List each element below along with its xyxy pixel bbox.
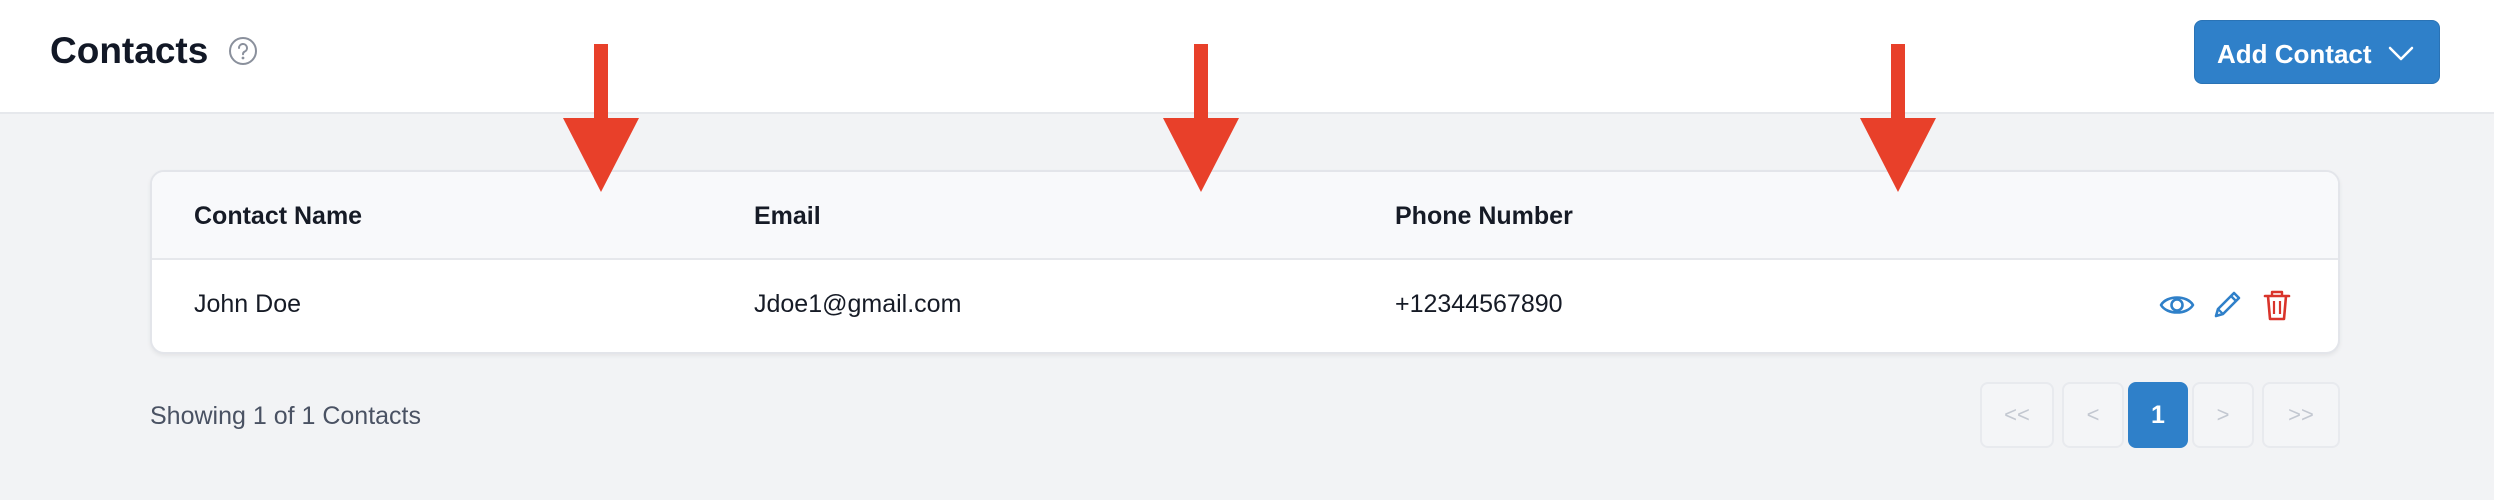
eye-icon[interactable] bbox=[2158, 286, 2196, 324]
table-header: Contact Name Email Phone Number bbox=[152, 172, 2338, 260]
down-arrow-annotation bbox=[1860, 44, 1936, 192]
next-page-button[interactable]: > bbox=[2192, 382, 2254, 448]
page-title: Contacts bbox=[50, 30, 209, 71]
first-page-button[interactable]: << bbox=[1980, 382, 2054, 448]
contacts-table: Contact Name Email Phone Number John Doe… bbox=[150, 170, 2340, 354]
cell-contact-name: John Doe bbox=[194, 290, 302, 318]
chevron-down-icon bbox=[2388, 46, 2414, 61]
previous-page-button[interactable]: < bbox=[2062, 382, 2124, 448]
current-page-button[interactable]: 1 bbox=[2128, 382, 2188, 448]
last-page-button[interactable]: >> bbox=[2262, 382, 2340, 448]
add-contact-button[interactable]: Add Contact bbox=[2194, 20, 2440, 84]
top-bar: Contacts Add Contact bbox=[0, 0, 2494, 114]
column-header-contact-name[interactable]: Contact Name bbox=[194, 202, 362, 231]
pencil-icon[interactable] bbox=[2208, 286, 2246, 324]
showing-count: Showing 1 of 1 Contacts bbox=[150, 402, 421, 430]
add-contact-label: Add Contact bbox=[2217, 39, 2372, 69]
cell-email: Jdoe1@gmail.com bbox=[754, 290, 962, 318]
help-circle-icon[interactable] bbox=[228, 36, 258, 66]
down-arrow-annotation bbox=[563, 44, 639, 192]
trash-icon[interactable] bbox=[2258, 286, 2296, 324]
cell-phone-number: +12344567890 bbox=[1395, 290, 1563, 318]
column-header-email[interactable]: Email bbox=[754, 202, 821, 231]
down-arrow-annotation bbox=[1163, 44, 1239, 192]
column-header-phone-number[interactable]: Phone Number bbox=[1395, 202, 1573, 231]
row-actions bbox=[2158, 286, 2308, 326]
